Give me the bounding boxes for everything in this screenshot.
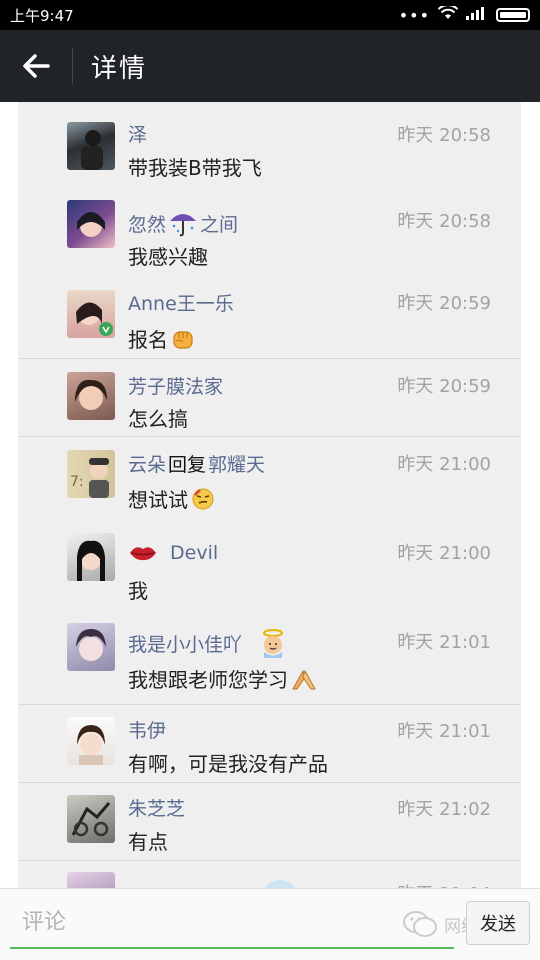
avatar[interactable] [67, 795, 115, 843]
title-divider [72, 48, 73, 84]
comment-time: 昨天 21:01 [397, 632, 491, 653]
back-button[interactable] [0, 30, 72, 102]
praying-hands-emoji [292, 669, 316, 689]
wifi-icon [437, 4, 459, 24]
page-title: 详情 [91, 53, 148, 84]
comment-author[interactable]: 忽然 之间 [128, 209, 238, 237]
svg-text:7:: 7: [70, 474, 84, 490]
comment-text: 我想跟老师您学习 [128, 664, 317, 693]
comment-text: 报名 [128, 324, 195, 353]
avatar[interactable] [67, 372, 115, 420]
comment-time: 昨天 20:59 [397, 376, 491, 397]
comment-author[interactable]: 朱芝芝 [128, 794, 185, 821]
comment-composer: 网络干货 发送 [0, 888, 540, 960]
fist-emoji [173, 330, 193, 349]
avatar[interactable] [67, 122, 115, 170]
back-arrow-icon [23, 54, 50, 78]
comment-author[interactable]: Anne王一乐 [128, 289, 234, 316]
comment-text: 我 [128, 579, 148, 603]
battery-icon [496, 8, 530, 22]
status-bar: 上午9:47 ••• [0, 0, 540, 30]
comment-author[interactable]: 我是小小佳吖 [128, 628, 288, 658]
umbrella-emoji [170, 214, 197, 237]
notification-dots: ••• [398, 5, 430, 25]
status-icons: ••• [398, 4, 530, 25]
status-time: 上午9:47 [10, 6, 74, 25]
lips-emoji [130, 547, 156, 561]
title-bar: 详情 [0, 30, 540, 102]
send-button[interactable]: 发送 [466, 901, 530, 945]
smirk-emoji [192, 488, 214, 509]
comment-author[interactable]: 泽 [128, 120, 147, 147]
comment-author[interactable]: Devil [128, 542, 218, 564]
comment-text: 怎么搞 [128, 407, 188, 431]
comment-input[interactable] [10, 897, 454, 949]
comment-text: 带我装B带我飞 [128, 156, 262, 180]
avatar[interactable] [67, 717, 115, 765]
comment-author[interactable]: 云朵 回复 郭耀天 [128, 450, 265, 477]
comment-time: 昨天 21:01 [397, 721, 491, 742]
angel-emoji [263, 629, 284, 658]
avatar[interactable] [67, 290, 115, 338]
comment-text: 我感兴趣 [128, 245, 208, 269]
comment-text: 有点 [128, 830, 168, 854]
emoji-partial [265, 880, 295, 888]
comment-time: 昨天 20:58 [397, 211, 491, 232]
comment-list[interactable]: 泽 昨天 20:58 带我装B带我飞 忽然 之间 昨天 20:58 我感兴趣 A… [18, 102, 521, 888]
comment-author[interactable]: 韦伊 [128, 716, 166, 743]
avatar[interactable] [67, 533, 115, 581]
comment-time: 昨天 20:59 [397, 293, 491, 314]
avatar[interactable] [67, 623, 115, 671]
avatar[interactable] [67, 872, 115, 888]
comment-text: 有啊，可是我没有产品 [128, 752, 328, 776]
comment-time: 昨天 21:00 [397, 543, 491, 564]
comment-author[interactable]: 芳子膜法家 [128, 372, 223, 399]
comment-time: 昨天 21:04 [397, 880, 491, 888]
comment-time: 昨天 20:58 [397, 125, 491, 146]
comment-text: 想试试 [128, 484, 215, 513]
comment-time: 昨天 21:02 [397, 799, 491, 820]
signal-icon [466, 6, 488, 24]
comment-time: 昨天 21:00 [397, 454, 491, 475]
avatar[interactable]: 7: [67, 450, 115, 498]
avatar[interactable] [67, 200, 115, 248]
